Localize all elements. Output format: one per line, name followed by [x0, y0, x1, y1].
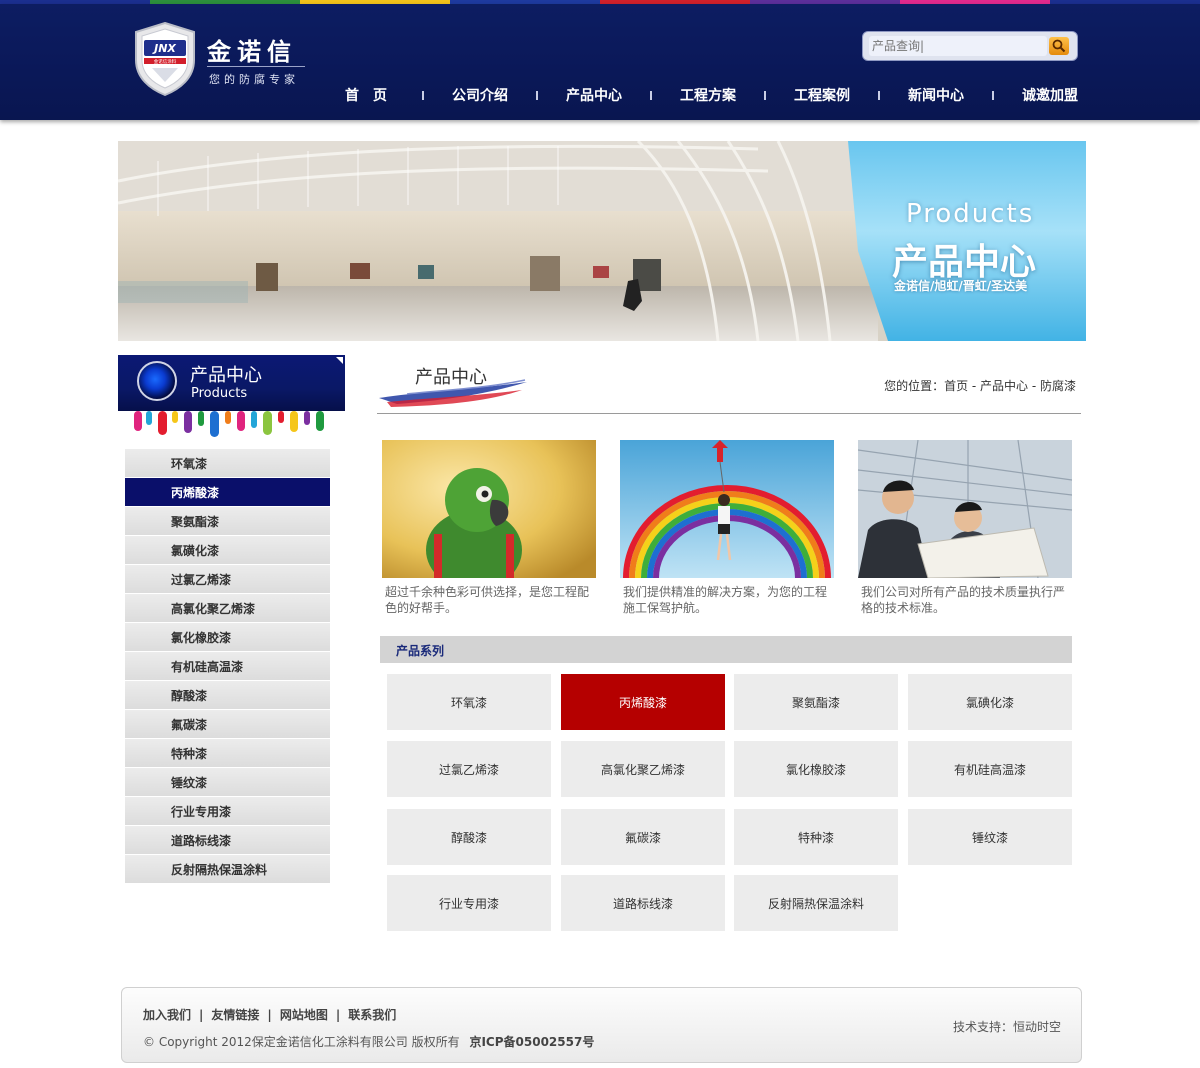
sidebar-item[interactable]: 醇酸漆: [125, 681, 330, 709]
icp-number[interactable]: 京ICP备05002557号: [469, 1035, 594, 1049]
main-nav: 首 页 公司介绍 产品中心 工程方案 工程案例 新闻中心 诚邀加盟: [326, 83, 1090, 107]
footer-link-contact[interactable]: 联系我们: [348, 1006, 396, 1023]
nav-cases[interactable]: 工程案例: [782, 85, 862, 105]
sidebar-item[interactable]: 道路标线漆: [125, 826, 330, 854]
nav-company[interactable]: 公司介绍: [440, 85, 520, 105]
series-button[interactable]: 醇酸漆: [387, 809, 551, 865]
footer-links: 加入我们 | 友情链接 | 网站地图 | 联系我们: [143, 1006, 396, 1023]
series-button[interactable]: 环氧漆: [387, 674, 551, 730]
nav-separator: [764, 90, 766, 100]
sidebar-item[interactable]: 聚氨酯漆: [125, 507, 330, 535]
site-header: JNX 金诺信涂料 金诺信 您的防腐专家 首 页 公司介绍 产品中心 工程方案: [0, 4, 1200, 120]
nav-franchise[interactable]: 诚邀加盟: [1010, 85, 1090, 105]
sidebar-item[interactable]: 反射隔热保温涂料: [125, 855, 330, 883]
series-button[interactable]: 氯化橡胶漆: [734, 741, 898, 797]
footer-link-join[interactable]: 加入我们: [143, 1006, 191, 1023]
banner-brands: 金诺信/旭虹/晋虹/圣达美: [894, 279, 1028, 293]
series-button[interactable]: 高氯化聚乙烯漆: [561, 741, 725, 797]
copyright: © Copyright 2012保定金诺信化工涂料有限公司 版权所有 京ICP备…: [143, 1033, 594, 1050]
sidebar-item[interactable]: 过氯乙烯漆: [125, 565, 330, 593]
businessmen-photo-image: [858, 440, 1072, 578]
breadcrumb: 您的位置：首页 - 产品中心 - 防腐漆: [884, 379, 1076, 393]
nav-separator: [878, 90, 880, 100]
sidebar-item[interactable]: 氯磺化漆: [125, 536, 330, 564]
sidebar-item[interactable]: 高氯化聚乙烯漆: [125, 594, 330, 622]
footer-link-sitemap[interactable]: 网站地图: [280, 1006, 328, 1023]
sidebar-item[interactable]: 有机硅高温漆: [125, 652, 330, 680]
series-button[interactable]: 聚氨酯漆: [734, 674, 898, 730]
parrot-photo-image: [382, 440, 596, 578]
banner-title-en: Products: [906, 199, 1035, 229]
copyright-text: © Copyright 2012保定金诺信化工涂料有限公司 版权所有: [143, 1035, 460, 1049]
logo-slogan: 您的防腐专家: [209, 73, 299, 86]
series-header: 产品系列: [380, 636, 1072, 663]
sidebar-item[interactable]: 行业专用漆: [125, 797, 330, 825]
series-button[interactable]: 氯碘化漆: [908, 674, 1072, 730]
sidebar-title: 产品中心: [190, 365, 262, 386]
series-button[interactable]: 有机硅高温漆: [908, 741, 1072, 797]
nav-solutions[interactable]: 工程方案: [668, 85, 748, 105]
logo-shield-icon[interactable]: JNX 金诺信涂料: [134, 22, 196, 96]
site-footer: 加入我们 | 友情链接 | 网站地图 | 联系我们 © Copyright 20…: [121, 987, 1082, 1063]
search-icon: [1052, 39, 1066, 53]
series-title: 产品系列: [396, 644, 445, 658]
nav-separator: [536, 90, 538, 100]
nav-news[interactable]: 新闻中心: [896, 85, 976, 105]
corner-triangle-icon: [336, 357, 343, 364]
logo-badge-sub: 金诺信涂料: [154, 58, 177, 65]
sidebar-item[interactable]: 环氧漆: [125, 449, 330, 477]
logo-badge-text: JNX: [152, 42, 176, 55]
sidebar-item[interactable]: 氟碳漆: [125, 710, 330, 738]
feature-caption: 我们公司对所有产品的技术质量执行严格的技术标准。: [861, 585, 1066, 615]
paint-drips-image: [134, 411, 324, 437]
search-input[interactable]: [869, 36, 1047, 56]
search-button[interactable]: [1049, 37, 1069, 55]
sidebar-item[interactable]: 丙烯酸漆: [125, 478, 330, 506]
products-banner: Products 产品中心 金诺信/旭虹/晋虹/圣达美: [118, 141, 1086, 341]
footer-separator: |: [335, 1007, 341, 1022]
series-button[interactable]: 氟碳漆: [561, 809, 725, 865]
footer-separator: |: [267, 1007, 272, 1022]
brush-stroke-icon: [379, 379, 527, 407]
nav-products[interactable]: 产品中心: [554, 85, 634, 105]
feature-card-solutions: 我们提供精准的解决方案，为您的工程施工保驾护航。: [620, 440, 834, 616]
footer-separator: |: [199, 1007, 204, 1022]
logo-name[interactable]: 金诺信: [207, 32, 297, 67]
rainbow-woman-photo-image: [620, 440, 834, 578]
search-box: [862, 31, 1078, 61]
feature-caption: 超过千余种色彩可供选择，是您工程配色的好帮手。: [385, 585, 590, 615]
logo-divider: [207, 66, 305, 67]
tech-support[interactable]: 技术支持：恒动时空: [953, 1018, 1061, 1035]
sidebar-menu: 环氧漆 丙烯酸漆 聚氨酯漆 氯磺化漆 过氯乙烯漆 高氯化聚乙烯漆 氯化橡胶漆 有机硅高温漆 醇酸…: [125, 449, 330, 884]
nav-separator: [422, 90, 424, 100]
series-button[interactable]: 锤纹漆: [908, 809, 1072, 865]
series-button[interactable]: 过氯乙烯漆: [387, 741, 551, 797]
sidebar-header: 产品中心 Products: [118, 355, 345, 411]
sidebar-item[interactable]: 锤纹漆: [125, 768, 330, 796]
globe-icon: [137, 361, 177, 401]
sidebar-item[interactable]: 氯化橡胶漆: [125, 623, 330, 651]
feature-card-quality: 我们公司对所有产品的技术质量执行严格的技术标准。: [858, 440, 1072, 616]
nav-home[interactable]: 首 页: [326, 85, 406, 105]
series-button[interactable]: 道路标线漆: [561, 875, 725, 931]
feature-card-colors: 超过千余种色彩可供选择，是您工程配色的好帮手。: [382, 440, 596, 616]
series-button[interactable]: 反射隔热保温涂料: [734, 875, 898, 931]
series-button[interactable]: 特种漆: [734, 809, 898, 865]
feature-caption: 我们提供精准的解决方案，为您的工程施工保驾护航。: [623, 585, 828, 615]
nav-separator: [992, 90, 994, 100]
series-button[interactable]: 行业专用漆: [387, 875, 551, 931]
nav-separator: [650, 90, 652, 100]
section-divider: [377, 413, 1081, 414]
sidebar-subtitle: Products: [191, 386, 248, 401]
series-button[interactable]: 丙烯酸漆: [561, 674, 725, 730]
footer-link-friends[interactable]: 友情链接: [211, 1006, 259, 1023]
sidebar-item[interactable]: 特种漆: [125, 739, 330, 767]
